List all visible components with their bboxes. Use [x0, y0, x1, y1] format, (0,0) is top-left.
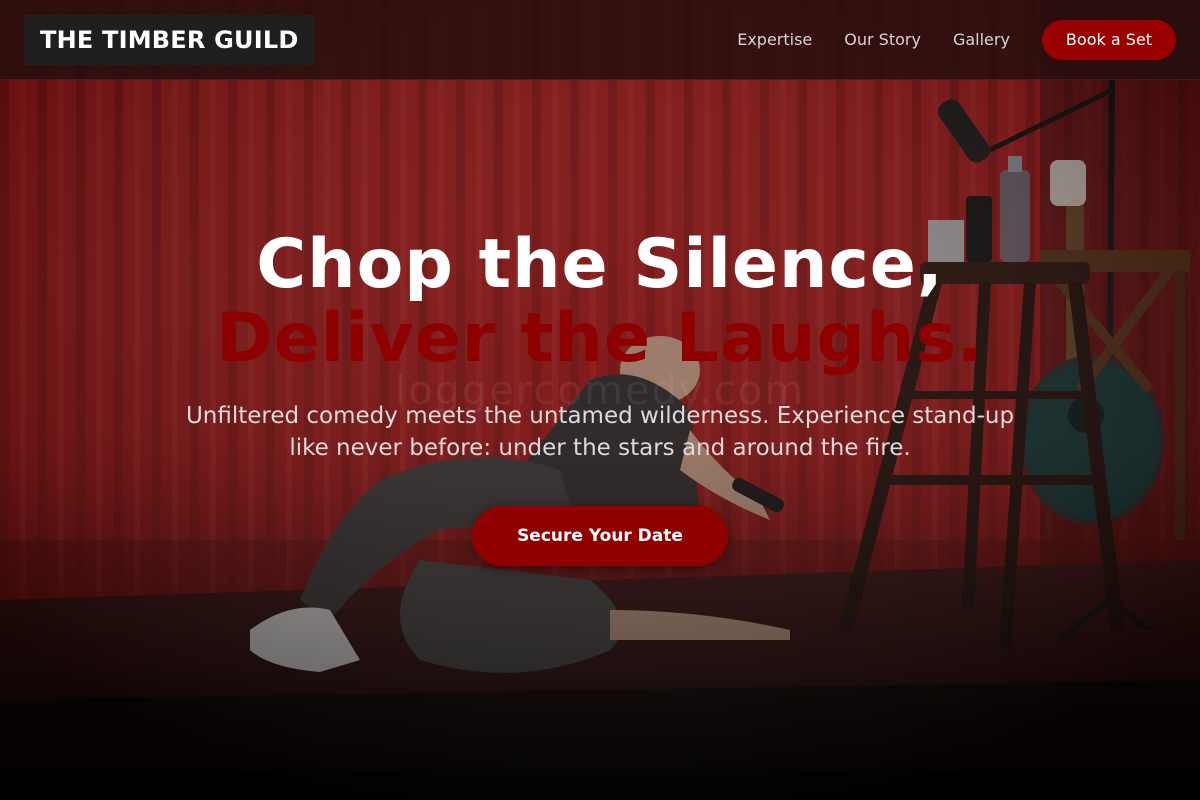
main-nav: Expertise Our Story Gallery Book a Set: [737, 20, 1176, 60]
nav-link-our-story[interactable]: Our Story: [844, 20, 921, 60]
page: THE TIMBER GUILD Expertise Our Story Gal…: [0, 0, 1200, 800]
hero-title-line-1: Chop the Silence,: [256, 225, 944, 304]
hero-title: Chop the Silence, Deliver the Laughs.: [0, 228, 1200, 376]
secure-your-date-button[interactable]: Secure Your Date: [472, 506, 728, 566]
nav-link-expertise[interactable]: Expertise: [737, 20, 812, 60]
book-a-set-button[interactable]: Book a Set: [1041, 20, 1176, 60]
hero-subtitle: Unfiltered comedy meets the untamed wild…: [185, 403, 1015, 461]
hero-title-line-2: Deliver the Laughs.: [216, 299, 984, 378]
nav-link-gallery[interactable]: Gallery: [953, 20, 1010, 60]
hero-section: loggercomedy.com Chop the Silence, Deliv…: [0, 80, 1200, 800]
logo[interactable]: THE TIMBER GUILD: [24, 15, 315, 65]
site-header: THE TIMBER GUILD Expertise Our Story Gal…: [0, 0, 1200, 80]
